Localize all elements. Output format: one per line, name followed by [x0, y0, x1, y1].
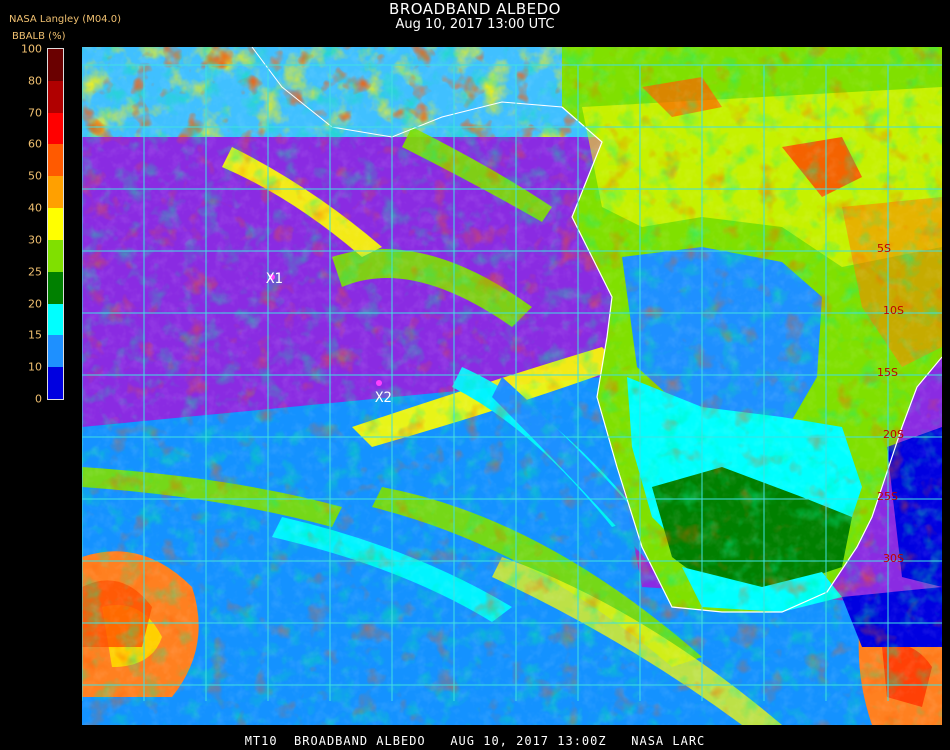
map-title: BROADBAND ALBEDO: [389, 0, 561, 18]
colorbar-tick-label: 80: [28, 74, 42, 88]
albedo-map: 5S 10S 15S 20S 25S 30S X1 X2: [82, 47, 942, 725]
marker-x2-label: X2: [375, 390, 392, 406]
marker-x1-label: X1: [266, 271, 283, 287]
colorbar-segment: [48, 271, 63, 305]
colorbar-tick-label: 15: [28, 328, 42, 342]
colorbar-segment: [48, 112, 63, 145]
colorbar-tick-label: 40: [28, 201, 42, 215]
colorbar-segment: [48, 303, 63, 336]
colorbar-tick-label: 25: [28, 265, 42, 279]
colorbar-segment: [48, 144, 63, 177]
colorbar-segment: [48, 80, 63, 114]
source-label: NASA Langley (M04.0): [9, 14, 121, 25]
colorbar-tick-label: 60: [28, 137, 42, 151]
colorbar-tick-label: 0: [35, 392, 42, 406]
colorbar: [47, 48, 64, 400]
colorbar-segment: [48, 239, 63, 273]
colorbar-segment: [48, 208, 63, 241]
map-datetime: Aug 10, 2017 13:00 UTC: [395, 17, 555, 32]
grid-lat-label: 5S: [877, 242, 891, 255]
colorbar-tick-label: 30: [28, 233, 42, 247]
colorbar-label: BBALB (%): [12, 31, 66, 42]
marker-x1: X1: [266, 271, 283, 287]
colorbar-segment: [48, 367, 63, 400]
colorbar-segment: [48, 176, 63, 209]
grid-lat-label: 25S: [877, 490, 898, 503]
colorbar-tick-label: 100: [21, 42, 42, 56]
colorbar-tick-label: 50: [28, 169, 42, 183]
grid-lat-label: 20S: [883, 428, 904, 441]
grid-lat-label: 30S: [883, 552, 904, 565]
colorbar-tick-label: 70: [28, 106, 42, 120]
colorbar-tick-label: 10: [28, 360, 42, 374]
grid-lat-label: 15S: [877, 366, 898, 379]
grid-lat-label: 10S: [883, 304, 904, 317]
colorbar-tick-label: 20: [28, 297, 42, 311]
colorbar-segment: [48, 49, 63, 82]
footer-caption: MT10 BROADBAND ALBEDO AUG 10, 2017 13:00…: [244, 734, 706, 748]
colorbar-segment: [48, 335, 63, 368]
